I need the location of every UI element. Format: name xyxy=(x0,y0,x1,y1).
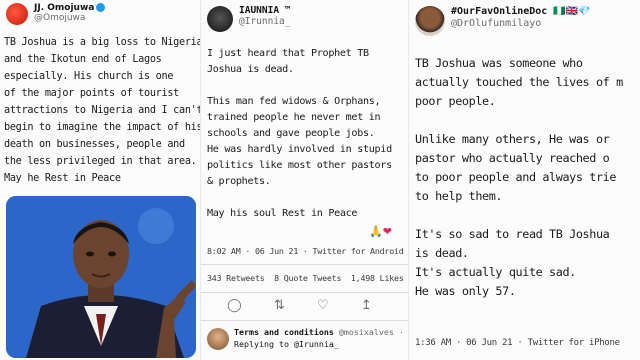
reply-tweet[interactable]: Terms and conditions @mosixalves · 1 Rep… xyxy=(234,326,408,350)
avatar[interactable] xyxy=(415,6,445,36)
like-icon[interactable]: ♡ xyxy=(317,298,329,313)
tweet-header: #OurFavOnlineDoc 🇳🇬🇬🇧💎 @DrOlufunmilayo xyxy=(409,0,640,36)
replying-to[interactable]: Replying to @Irunnia_ xyxy=(234,338,408,350)
portrait-photo[interactable] xyxy=(6,196,196,358)
tweet-header: JJ. Omojuwa @Omojuwa xyxy=(0,0,200,25)
retweet-icon[interactable]: ⇅ xyxy=(274,298,285,313)
share-icon[interactable]: ↥ xyxy=(361,298,372,313)
tweet-panel-omojuwa: JJ. Omojuwa @Omojuwa TB Joshua is a big … xyxy=(0,0,200,360)
tweet-panel-irunnia: IAUNNIA ™ @Irunnia_ I just heard that Pr… xyxy=(201,0,408,360)
man-portrait-icon xyxy=(6,196,196,358)
divider xyxy=(201,320,408,321)
engagement-stats: 343 Retweets 8 Quote Tweets 1,498 Likes xyxy=(207,273,404,283)
avatar[interactable] xyxy=(207,6,233,32)
handle[interactable]: @Omojuwa xyxy=(34,13,105,23)
divider xyxy=(201,264,408,265)
reply-avatar[interactable] xyxy=(207,328,229,350)
tweet-header: IAUNNIA ™ @Irunnia_ xyxy=(201,0,408,32)
tweet-body: TB Joshua was someone who actually touch… xyxy=(415,56,623,298)
reply-name[interactable]: Terms and conditions xyxy=(234,327,334,337)
verified-badge-icon xyxy=(96,3,106,12)
handle[interactable]: @DrOlufunmilayo xyxy=(451,18,591,30)
pray-heart-emoji: 🙏❤ xyxy=(369,225,392,238)
retweet-count[interactable]: 343 Retweets xyxy=(207,273,265,283)
display-name[interactable]: JJ. Omojuwa xyxy=(34,3,94,13)
quote-tweet-count[interactable]: 8 Quote Tweets xyxy=(274,273,341,283)
tweet-timestamp[interactable]: 1:36 AM · 06 Jun 21 · Twitter for iPhone xyxy=(415,338,620,348)
reply-icon[interactable]: ◯ xyxy=(227,298,242,313)
tweet-body: I just heard that Prophet TB Joshua is d… xyxy=(207,48,392,219)
handle[interactable]: @Irunnia_ xyxy=(239,16,290,28)
tweet-body: TB Joshua is a big loss to Nigeria and t… xyxy=(4,37,200,184)
reply-handle[interactable]: @mosixalves · 1 xyxy=(339,327,408,337)
action-bar: ◯ ⇅ ♡ ↥ xyxy=(211,298,388,313)
tweet-timestamp[interactable]: 8:02 AM · 06 Jun 21 · Twitter for Androi… xyxy=(207,246,404,256)
avatar[interactable] xyxy=(6,3,28,25)
like-count[interactable]: 1,498 Likes xyxy=(351,273,404,283)
display-name[interactable]: #OurFavOnlineDoc 🇳🇬🇬🇧💎 xyxy=(451,6,591,18)
tweet-panel-drolufunmilayo: #OurFavOnlineDoc 🇳🇬🇬🇧💎 @DrOlufunmilayo T… xyxy=(409,0,640,360)
divider xyxy=(201,292,408,293)
